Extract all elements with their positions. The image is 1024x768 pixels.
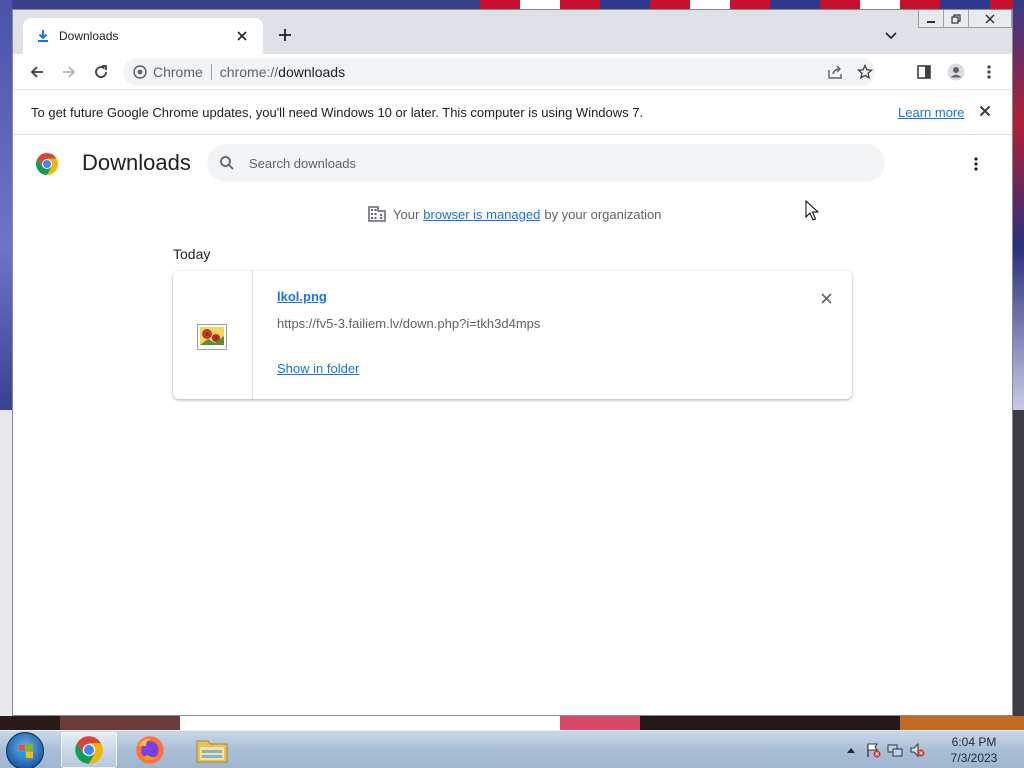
plus-icon (279, 29, 291, 41)
side-panel-icon (917, 65, 931, 79)
more-vert-icon (987, 65, 991, 79)
close-icon (820, 292, 832, 304)
learn-more-link[interactable]: Learn more (898, 105, 964, 120)
bookmark-button[interactable] (855, 58, 875, 86)
download-item: lkol.png https://fv5-3.failiem.lv/down.p… (173, 271, 852, 399)
back-button[interactable] (27, 62, 47, 82)
clock-time: 6:04 PM (951, 735, 997, 749)
start-button[interactable] (6, 732, 44, 768)
firefox-icon (136, 736, 164, 764)
avatar-icon (947, 63, 965, 81)
address-bar[interactable]: Chrome chrome://downloads (123, 58, 875, 86)
search-icon (220, 156, 234, 170)
side-panel-button[interactable] (914, 62, 934, 82)
taskbar: 6:04 PM 7/3/2023 (0, 730, 1024, 768)
profile-button[interactable] (946, 62, 966, 82)
managed-notice: Your browser is managed by your organiza… (367, 204, 661, 224)
download-thumbnail-column (173, 271, 253, 399)
page-title: Downloads (82, 150, 191, 175)
clock-date: 7/3/2023 (950, 751, 998, 765)
update-infobar: To get future Google Chrome updates, you… (13, 91, 1012, 135)
infobar-close-button[interactable] (979, 104, 991, 122)
managed-suffix: by your organization (544, 206, 662, 222)
close-icon (985, 13, 995, 24)
volume-muted-icon (910, 742, 925, 758)
taskbar-explorer-button[interactable] (184, 732, 240, 768)
star-icon (857, 64, 873, 80)
system-tray (840, 731, 928, 768)
infobar-message: To get future Google Chrome updates, you… (31, 105, 644, 120)
image-file-icon (197, 324, 227, 350)
download-source-url: https://fv5-3.failiem.lv/down.php?i=tkh3… (277, 316, 541, 331)
network-button[interactable] (884, 740, 906, 760)
close-icon (237, 31, 247, 41)
minimize-button[interactable] (918, 10, 944, 28)
volume-button[interactable] (906, 740, 928, 760)
arrow-left-icon (30, 66, 43, 78)
chrome-icon (75, 736, 103, 764)
arrow-right-icon (63, 66, 76, 78)
windows-logo-icon (19, 743, 33, 759)
share-button[interactable] (825, 58, 845, 86)
chrome-logo-icon (35, 152, 59, 176)
taskbar-chrome-button[interactable] (61, 732, 117, 768)
restore-button[interactable] (943, 10, 969, 28)
taskbar-firefox-button[interactable] (122, 732, 178, 768)
url-host: downloads (278, 64, 346, 80)
tab-downloads[interactable]: Downloads (23, 18, 263, 54)
search-downloads-box[interactable] (207, 144, 885, 182)
tab-title: Downloads (59, 29, 119, 43)
taskbar-clock[interactable]: 6:04 PM 7/3/2023 (934, 734, 1014, 766)
restore-icon (951, 13, 961, 24)
more-vert-icon (974, 157, 978, 171)
managed-prefix: Your (393, 206, 420, 222)
minimize-icon (927, 20, 935, 23)
download-file-name-link[interactable]: lkol.png (277, 289, 327, 304)
flag-warning-icon (867, 743, 881, 758)
chevron-up-icon (847, 748, 855, 753)
search-input[interactable] (249, 155, 849, 171)
mouse-cursor-icon (805, 200, 819, 221)
omnibox-separator (210, 64, 212, 80)
share-icon (828, 65, 842, 79)
show-hidden-icons-button[interactable] (840, 740, 862, 760)
download-icon (35, 28, 51, 44)
window-controls (918, 10, 1012, 30)
window-close-button[interactable] (968, 10, 1012, 28)
chrome-site-icon (133, 65, 147, 79)
date-section-label: Today (173, 246, 211, 262)
browser-managed-link[interactable]: browser is managed (423, 207, 540, 222)
new-tab-button[interactable] (275, 26, 295, 46)
network-icon (887, 744, 903, 757)
desktop-wallpaper-right-lower (1013, 410, 1024, 730)
tab-search-button[interactable] (884, 28, 900, 44)
chrome-menu-button[interactable] (979, 62, 999, 82)
forward-button[interactable] (59, 62, 79, 82)
file-explorer-icon (196, 740, 228, 763)
building-icon (368, 206, 386, 222)
browser-toolbar: Chrome chrome://downloads (13, 54, 1012, 90)
desktop-wallpaper-bottom (0, 716, 1024, 730)
action-center-button[interactable] (862, 740, 884, 760)
tab-close-button[interactable] (233, 28, 251, 44)
downloads-menu-button[interactable] (968, 154, 984, 174)
reload-icon (95, 65, 107, 78)
url-scheme: chrome:// (219, 64, 279, 80)
title-bar: Downloads (13, 10, 1012, 54)
chevron-down-icon (885, 32, 897, 40)
desktop-wallpaper-left (0, 0, 12, 410)
omnibox-chrome-label: Chrome (153, 64, 203, 80)
chrome-window: Downloads Chrome chrome://downloads To g… (12, 9, 1013, 716)
reload-button[interactable] (91, 62, 111, 82)
close-icon (979, 105, 991, 116)
show-in-folder-link[interactable]: Show in folder (277, 361, 359, 376)
downloads-page: Downloads Your browser is managed by you… (13, 136, 1012, 715)
desktop-wallpaper-right (1013, 0, 1024, 410)
omnibox-url: chrome://downloads (220, 64, 345, 80)
desktop-wallpaper-left-lower (0, 410, 12, 730)
remove-download-button[interactable] (817, 289, 835, 307)
